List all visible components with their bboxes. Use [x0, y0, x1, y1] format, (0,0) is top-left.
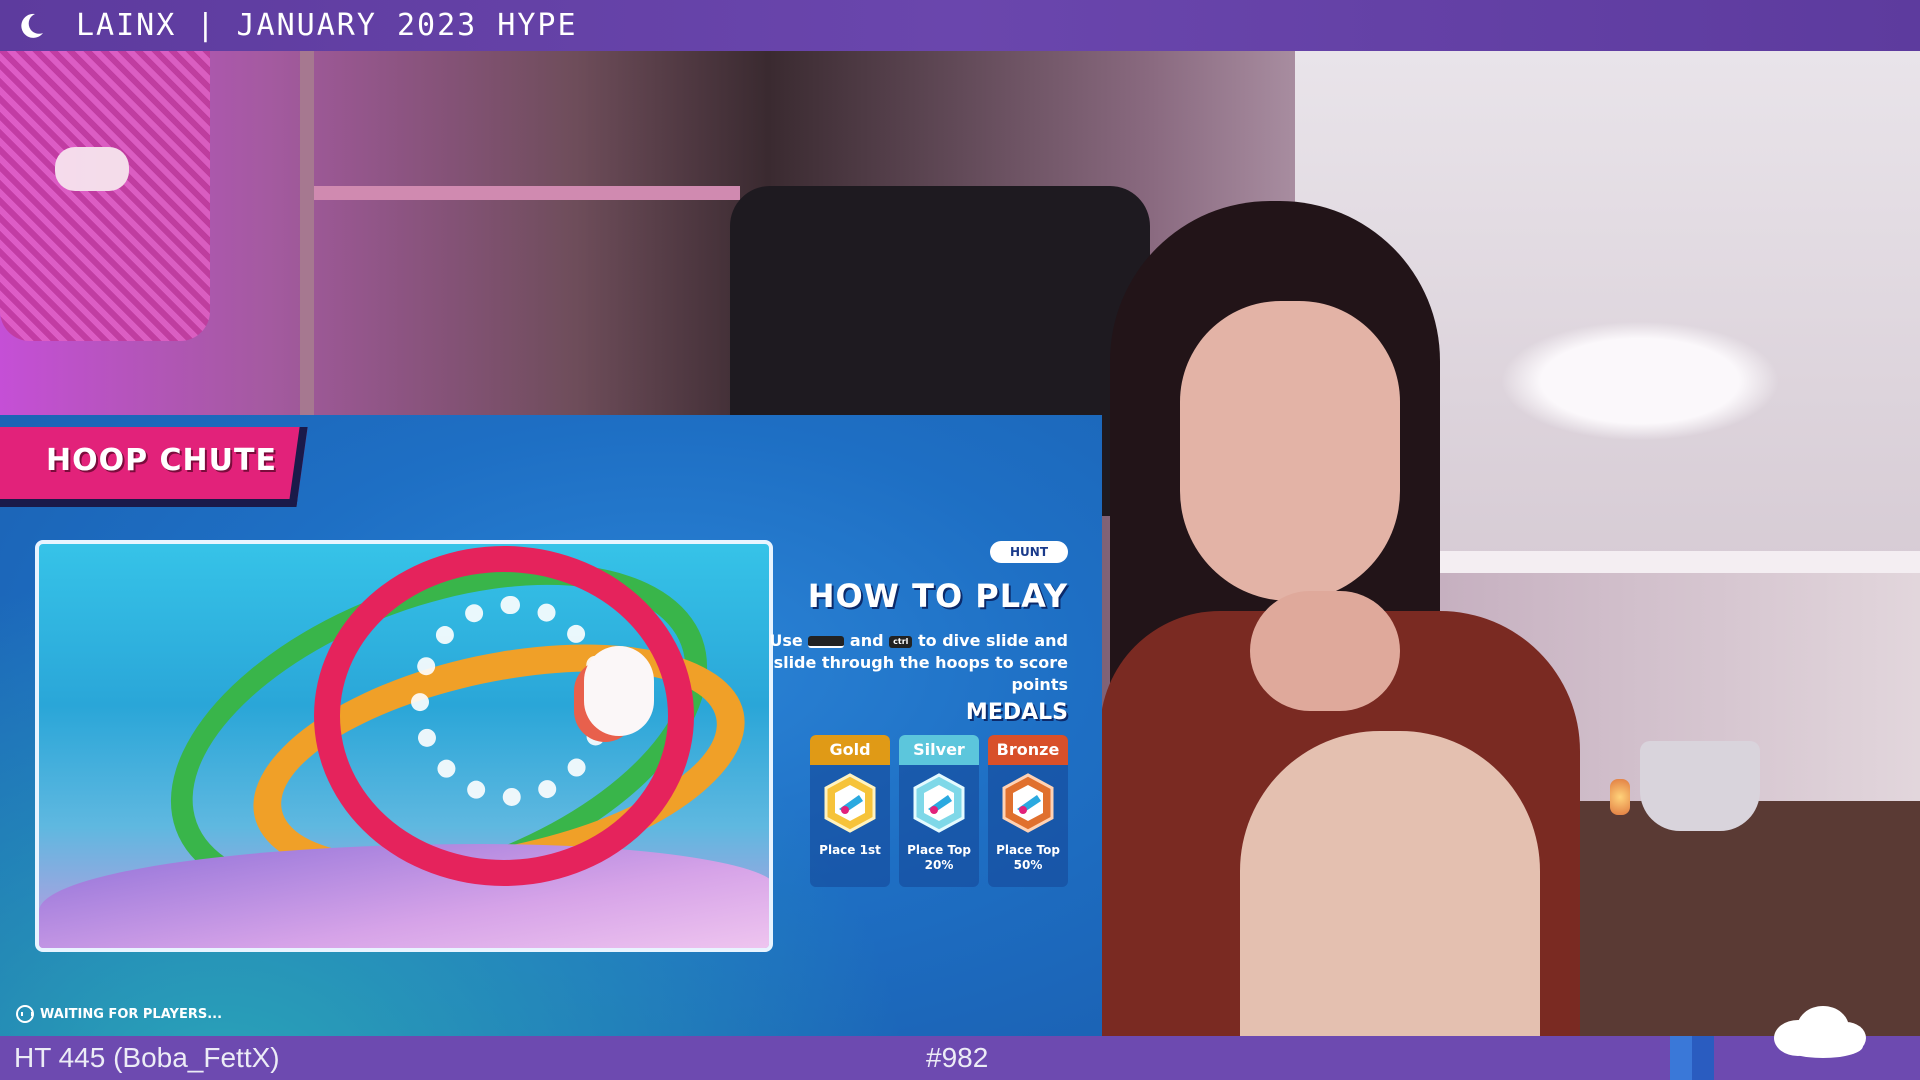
medals-row: Gold Place 1st Silver Place Top 20% Bron… [810, 735, 1068, 887]
counter-text: #982 [926, 1042, 989, 1073]
how-to-play-title: HOW TO PLAY [807, 577, 1068, 615]
round-preview-image [35, 540, 773, 952]
waiting-text: WAITING FOR PLAYERS... [40, 1006, 223, 1022]
stream-title: LAINX | JANUARY 2023 HYPE [76, 8, 578, 43]
medal-bronze-name: Bronze [988, 735, 1068, 765]
game-mode-badge: HUNT [990, 541, 1068, 563]
game-screen: HOOP CHUTE HUNT HOW TO PLAY Use and ctrl… [0, 415, 1102, 1036]
fall-guy-character [584, 646, 654, 736]
medal-gold: Gold Place 1st [810, 735, 890, 887]
desc-part1: Use [769, 631, 803, 650]
candle [1610, 779, 1630, 815]
streamer-hand [1250, 591, 1400, 711]
medal-gold-label: Place 1st [819, 843, 881, 857]
orchid-flowers [1500, 321, 1780, 441]
medal-bronze-label: Place Top 50% [996, 843, 1060, 872]
crescent-moon-icon [21, 13, 43, 38]
progress-block [1670, 1036, 1714, 1080]
streamer-face [1180, 301, 1400, 601]
round-title: HOOP CHUTE [46, 443, 277, 478]
stream-title-bar: LAINX | JANUARY 2023 HYPE [0, 0, 1920, 51]
plant-pot [1640, 741, 1760, 831]
streamer-chest [1240, 731, 1540, 1036]
shelf-side [300, 51, 314, 421]
hype-train-text: HT 445 (Boba_FettX) [14, 1042, 280, 1073]
desc-part2: and [849, 631, 884, 650]
medals-title: MEDALS [965, 700, 1068, 725]
waiting-icon [16, 1005, 34, 1023]
medal-silver-name: Silver [899, 735, 979, 765]
waiting-status: WAITING FOR PLAYERS... [16, 1005, 222, 1023]
cloud-mascot-icon [1774, 1006, 1866, 1058]
window-ledge [1395, 551, 1920, 573]
gold-medal-icon [824, 773, 876, 833]
bronze-medal-icon [1002, 773, 1054, 833]
medal-gold-name: Gold [810, 735, 890, 765]
medal-silver-label: Place Top 20% [907, 843, 971, 872]
bubble-ring [411, 596, 611, 806]
shelf [300, 186, 740, 200]
pink-lamp [0, 51, 210, 341]
stream-bottom-bar: HT 445 (Boba_FettX) #982 [0, 1036, 1920, 1080]
medal-bronze: Bronze Place Top 50% [988, 735, 1068, 887]
how-to-play-description: Use and ctrl to dive slide and slide thr… [768, 630, 1068, 696]
silver-medal-icon [913, 773, 965, 833]
medal-silver: Silver Place Top 20% [899, 735, 979, 887]
ctrl-key-icon: ctrl [889, 635, 913, 648]
spacebar-key-icon [808, 635, 845, 648]
